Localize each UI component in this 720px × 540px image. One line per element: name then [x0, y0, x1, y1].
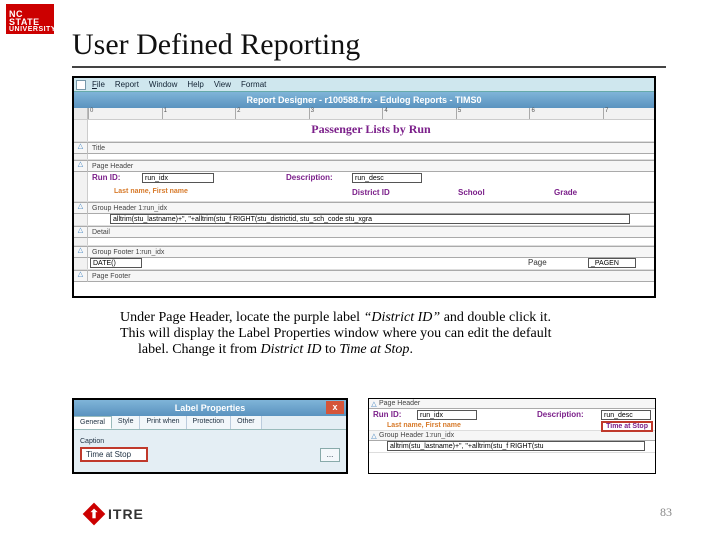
band-group-footer[interactable]: △Group Footer 1:run_idx	[74, 246, 654, 258]
window-title: Report Designer - r100588.frx - Edulog R…	[74, 92, 654, 108]
result-field-runidx: run_idx	[417, 410, 477, 420]
system-menu-icon[interactable]	[76, 80, 86, 90]
diamond-icon: ⬆	[83, 503, 106, 526]
tab-style[interactable]: Style	[112, 416, 141, 429]
logo-line2: UNIVERSITY	[9, 26, 51, 34]
label-run-id[interactable]: Run ID:	[92, 173, 120, 182]
logo-line1: NC STATE	[9, 10, 51, 26]
title-underline	[72, 66, 666, 68]
field-pagen[interactable]: _PAGEN	[588, 258, 636, 268]
dialog-title: Label Properties x	[74, 400, 346, 416]
result-detail-expr: alltrim(stu_lastname)+", "+alltrim(stu_f…	[387, 441, 645, 451]
band-title[interactable]: △Title	[74, 142, 654, 154]
result-label-runid: Run ID:	[373, 410, 401, 419]
page-title: User Defined Reporting	[72, 28, 360, 62]
result-band-ph: Page Header	[379, 400, 420, 407]
menu-window[interactable]: Window	[149, 80, 177, 89]
label-grade[interactable]: Grade	[554, 188, 577, 197]
itre-text: ITRE	[108, 506, 144, 522]
band-detail[interactable]: △Detail	[74, 226, 654, 238]
dialog-tabs: General Style Print when Protection Othe…	[74, 416, 346, 430]
label-school[interactable]: School	[458, 188, 485, 197]
ncstate-logo: NC STATE UNIVERSITY	[6, 4, 54, 34]
label-district-id[interactable]: District ID	[352, 188, 390, 197]
tab-general[interactable]: General	[74, 416, 112, 429]
field-date[interactable]: DATE()	[90, 258, 142, 268]
label-lastfirst[interactable]: Last name, First name	[114, 188, 188, 195]
menu-bar: File Report Window Help View Format	[74, 78, 654, 92]
result-label-lastfirst: Last name, First name	[387, 422, 461, 429]
band-page-footer[interactable]: △Page Footer	[74, 270, 654, 282]
detail-expression[interactable]: alltrim(stu_lastname)+", "+alltrim(stu_f…	[110, 214, 630, 224]
band-page-header[interactable]: △Page Header	[74, 160, 654, 172]
tab-other[interactable]: Other	[231, 416, 262, 429]
report-designer-window: File Report Window Help View Format Repo…	[72, 76, 656, 298]
page-number: 83	[660, 505, 672, 520]
result-snippet: △Page Header Run ID: run_idx Description…	[368, 398, 656, 474]
instruction-text: Under Page Header, locate the purple lab…	[120, 310, 650, 358]
result-time-at-stop: Time at Stop	[601, 421, 653, 432]
itre-logo: ⬆ ITRE	[86, 506, 144, 522]
band-group-header[interactable]: △Group Header 1:run_idx	[74, 202, 654, 214]
result-label-desc: Description:	[537, 410, 584, 419]
result-band-gh: Group Header 1:run_idx	[379, 432, 454, 439]
menu-help[interactable]: Help	[187, 80, 203, 89]
label-description[interactable]: Description:	[286, 173, 333, 182]
menu-format[interactable]: Format	[241, 80, 266, 89]
horizontal-ruler: 0 1 2 3 4 5 6 7	[74, 108, 654, 120]
caption-input[interactable]: Time at Stop	[80, 447, 148, 462]
result-field-desc: run_desc	[601, 410, 651, 420]
menu-view[interactable]: View	[214, 80, 231, 89]
field-run-desc[interactable]: run_desc	[352, 173, 422, 183]
field-run-idx[interactable]: run_idx	[142, 173, 214, 183]
report-title-label[interactable]: Passenger Lists by Run	[88, 120, 654, 141]
label-page[interactable]: Page	[528, 258, 547, 267]
label-properties-dialog: Label Properties x General Style Print w…	[72, 398, 348, 474]
tab-printwhen[interactable]: Print when	[140, 416, 186, 429]
menu-file[interactable]: File	[92, 80, 105, 89]
tab-protection[interactable]: Protection	[187, 416, 232, 429]
ellipsis-button[interactable]: ...	[320, 448, 340, 462]
close-button[interactable]: x	[326, 401, 344, 414]
menu-report[interactable]: Report	[115, 80, 139, 89]
caption-label: Caption	[80, 438, 340, 445]
